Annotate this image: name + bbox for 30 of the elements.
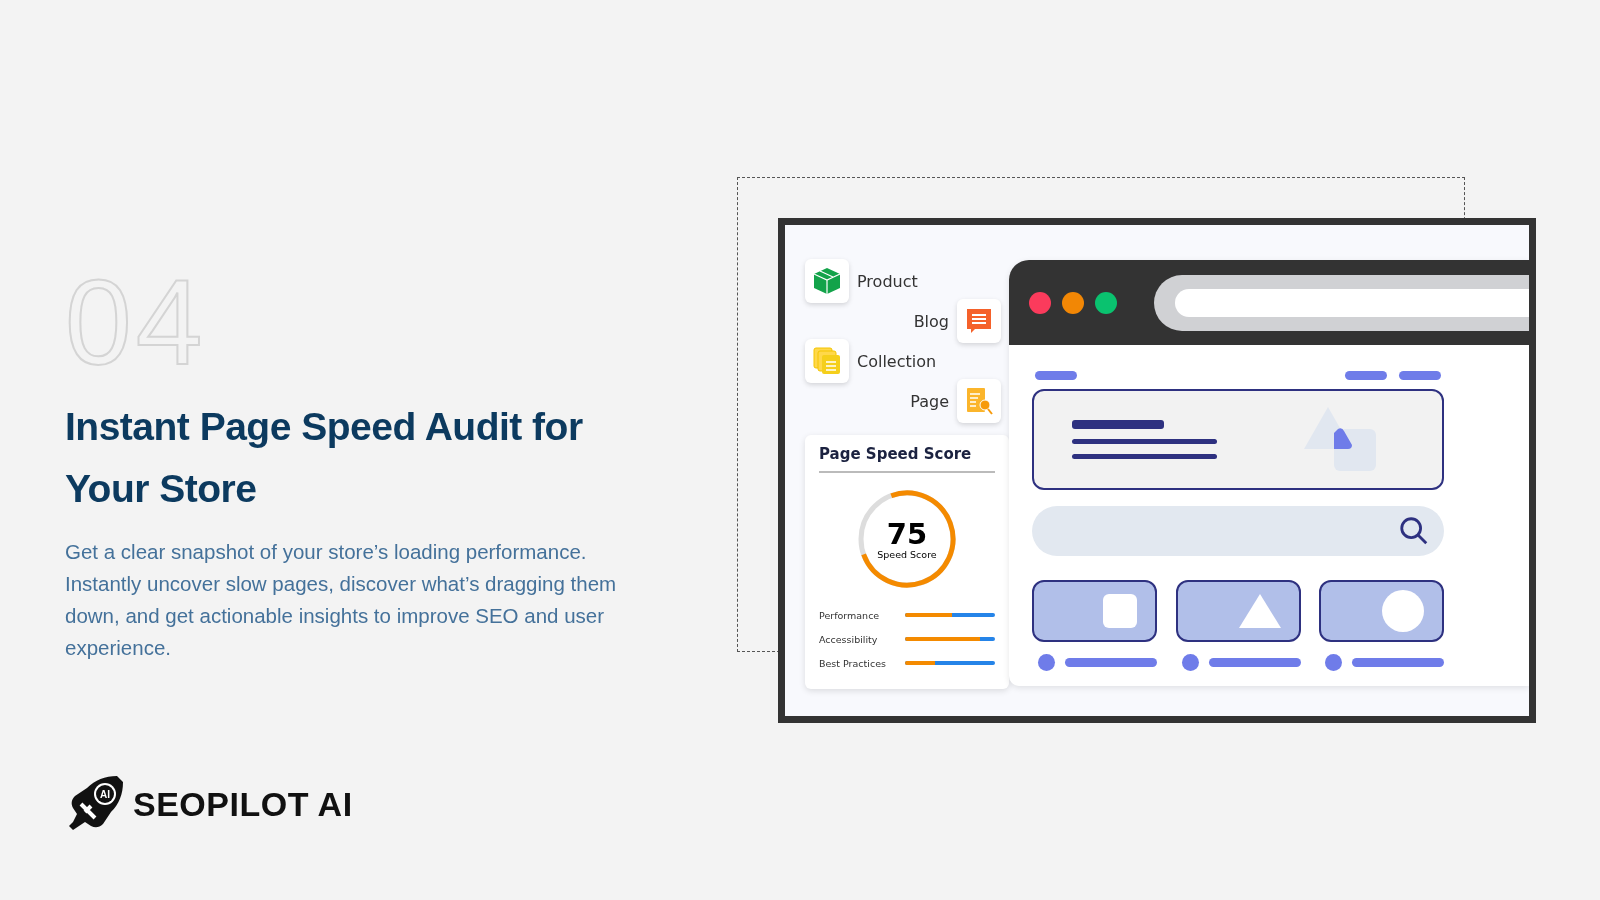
triangle-icon — [1238, 594, 1281, 628]
message-icon — [964, 306, 994, 336]
content-type-label: Page — [910, 391, 949, 411]
square-icon — [1103, 594, 1137, 628]
metric-label: Performance — [819, 609, 880, 621]
metric-label: Accessibility — [819, 633, 878, 645]
score-label: Speed Score — [877, 548, 937, 560]
search-icon — [1398, 515, 1430, 547]
headline: Instant Page Speed Audit for Your Store — [65, 404, 584, 512]
caption-dot — [1325, 654, 1342, 671]
nav-line — [1345, 371, 1387, 380]
content-type-label: Blog — [913, 311, 949, 331]
content-type-label: Product — [857, 271, 918, 291]
nav-line — [1399, 371, 1441, 380]
brand-name: SEOPILOT AI — [133, 784, 353, 824]
metric-label: Best Practices — [819, 657, 886, 669]
documents-icon — [812, 346, 842, 376]
description: Get a clear snapshot of your store’s loading performance. Instantly uncover slow pages, discover what’s dragging them down, and get actionable insights to improve SEO and user experience. — [65, 539, 618, 661]
card-title: Page Speed Score — [819, 445, 995, 473]
window-dot — [1029, 291, 1051, 314]
document-search-icon — [964, 386, 994, 416]
caption-dot — [1038, 654, 1055, 671]
circle-icon — [1382, 590, 1424, 632]
caption-dot — [1181, 654, 1199, 671]
box-icon — [812, 266, 842, 296]
window-dot — [1095, 291, 1117, 314]
window-dot — [1062, 291, 1084, 314]
content-type-label: Collection — [857, 351, 937, 371]
nav-line — [1035, 371, 1077, 380]
score-value: 75 — [886, 518, 928, 549]
